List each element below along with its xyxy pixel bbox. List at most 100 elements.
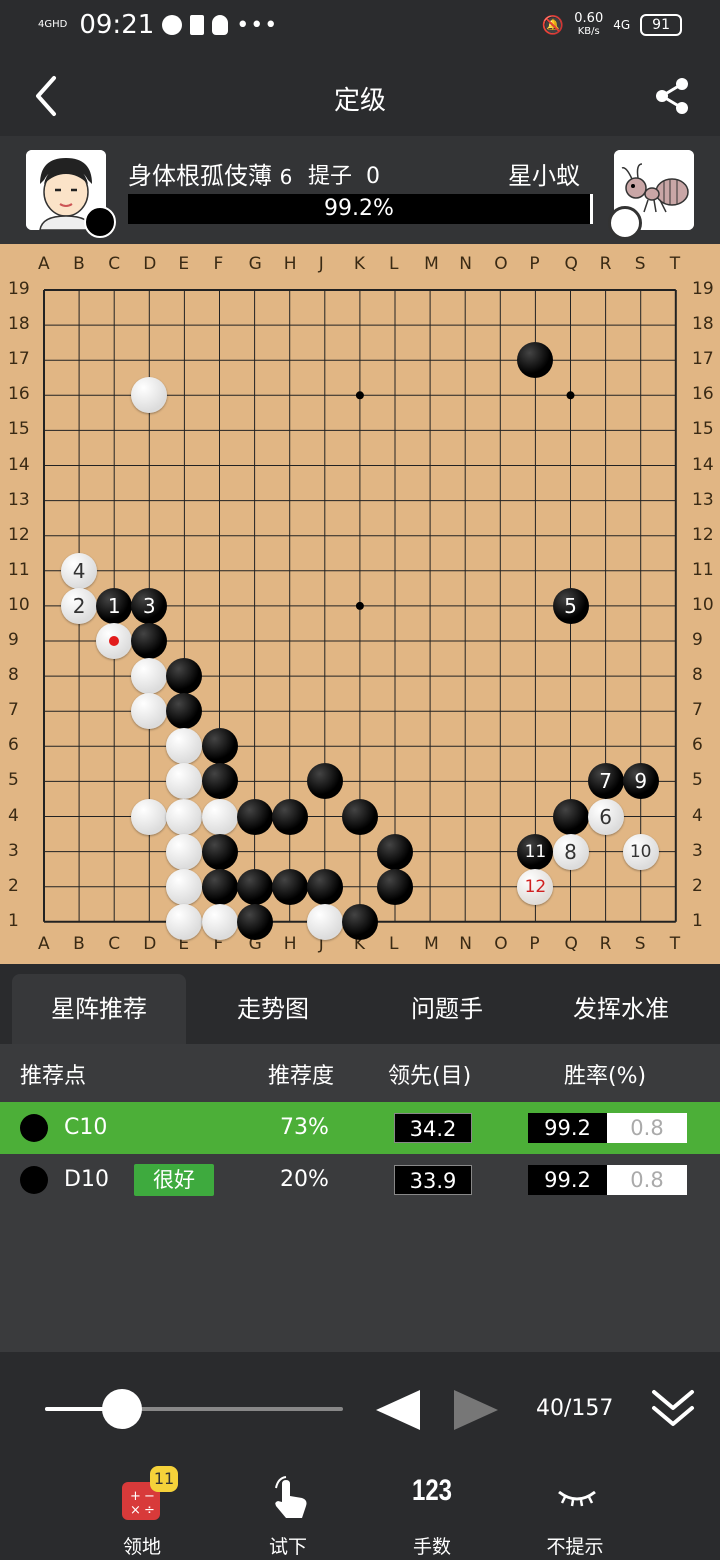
- quality-badge: 很好: [134, 1164, 214, 1196]
- column-label: K: [353, 254, 366, 274]
- column-label: Q: [564, 934, 578, 954]
- tab-problem-moves[interactable]: 问题手: [360, 974, 534, 1044]
- black-stone: [341, 798, 378, 835]
- black-stone: 5: [552, 587, 589, 624]
- column-label: A: [38, 934, 50, 954]
- rec-point: C10: [64, 1115, 108, 1140]
- black-stone-icon: [20, 1114, 48, 1142]
- rec-point: D10: [64, 1167, 109, 1192]
- column-label: P: [529, 934, 540, 954]
- column-label: O: [494, 934, 508, 954]
- row-label: 16: [8, 384, 30, 405]
- nav-territory-label: 领地: [122, 1536, 161, 1558]
- black-stone: [201, 763, 238, 800]
- row-label: 7: [8, 700, 19, 721]
- svg-text:−: −: [144, 1489, 155, 1504]
- go-board[interactable]: A A B B C C D D E E F F G G H H J J K K L L M M N N O O P P Q Q R R S S T T 19…: [0, 244, 720, 964]
- column-label: R: [599, 254, 612, 274]
- column-label: A: [38, 254, 50, 274]
- column-label: H: [283, 254, 297, 274]
- row-label: 7: [692, 700, 703, 721]
- row-label: 5: [692, 770, 703, 791]
- share-icon[interactable]: [652, 76, 692, 116]
- tab-recommend[interactable]: 星阵推荐: [12, 974, 186, 1044]
- row-label: 5: [8, 770, 19, 791]
- row-label: 6: [692, 735, 703, 756]
- row-label: 12: [692, 524, 714, 545]
- territory-count-badge: 11: [150, 1466, 178, 1492]
- black-piece-icon: [84, 206, 116, 238]
- row-label: 8: [8, 665, 19, 686]
- hint-stone: 12: [517, 868, 554, 905]
- row-label: 15: [692, 419, 714, 440]
- column-label: C: [108, 934, 121, 954]
- black-stone: [201, 728, 238, 765]
- row-label: 1: [8, 910, 19, 931]
- more-notifications-icon: •••: [236, 12, 279, 38]
- win-rate-bar: 99.2%: [128, 194, 593, 224]
- compass-icon: [162, 15, 183, 35]
- closed-eye-icon: [558, 1490, 596, 1507]
- rec-win-white: 0.8: [607, 1165, 687, 1195]
- black-stone: [377, 833, 413, 870]
- column-label: E: [178, 254, 190, 274]
- white-player-name: 星小蚁: [508, 162, 580, 190]
- previous-move-icon[interactable]: [376, 1390, 420, 1430]
- slider-knob[interactable]: [102, 1389, 143, 1429]
- star-point: [566, 391, 575, 400]
- row-label: 2: [692, 875, 703, 896]
- row-label: 13: [8, 489, 30, 510]
- row-label: 19: [692, 279, 714, 299]
- next-move-icon[interactable]: [454, 1390, 498, 1430]
- row-label: 10: [692, 594, 714, 615]
- column-label: F: [213, 254, 224, 274]
- playback-controls: 40/157: [0, 1362, 720, 1462]
- white-stone: 4: [61, 552, 98, 589]
- analysis-tabs: 星阵推荐 走势图 问题手 发挥水准: [0, 964, 720, 1044]
- table-row[interactable]: C10 73% 34.2 99.2 0.8: [0, 1102, 720, 1154]
- column-label: O: [494, 254, 508, 274]
- rec-win-white: 0.8: [607, 1113, 687, 1143]
- tab-trend[interactable]: 走势图: [186, 974, 360, 1044]
- row-label: 18: [8, 314, 30, 335]
- white-piece-icon: [608, 206, 642, 240]
- row-label: 12: [8, 524, 30, 545]
- column-label: D: [143, 254, 157, 274]
- rec-percent: 20%: [280, 1167, 329, 1192]
- collapse-chevron-icon[interactable]: [650, 1386, 696, 1432]
- column-label: N: [459, 254, 472, 274]
- white-stone: [166, 868, 203, 905]
- column-label: C: [108, 254, 121, 274]
- white-stone: [306, 903, 343, 940]
- row-label: 8: [692, 665, 703, 686]
- black-stone: 1: [96, 587, 133, 624]
- nav-territory[interactable]: + − × ÷ 11 领地: [82, 1462, 202, 1560]
- move-slider[interactable]: [45, 1389, 343, 1429]
- tab-performance[interactable]: 发挥水准: [534, 974, 708, 1044]
- move-counter: 40/157: [536, 1396, 614, 1421]
- bottom-nav: + − × ÷ 11 领地 试下 123 手数 不提示: [0, 1462, 720, 1560]
- win-rate-text: 99.2%: [324, 196, 394, 221]
- header-rec: 推荐度: [268, 1064, 335, 1089]
- column-label: Q: [564, 254, 578, 274]
- column-label: S: [634, 934, 646, 954]
- black-stone: 7: [587, 763, 624, 800]
- black-stone: 11: [517, 833, 554, 870]
- network-speed: 0.60 KB/s: [574, 11, 604, 37]
- black-stone: [271, 868, 308, 905]
- penguin-icon: [212, 15, 229, 35]
- header-lead: 领先(目): [388, 1064, 472, 1089]
- nav-moves-label: 手数: [412, 1536, 451, 1558]
- nav-moves[interactable]: 123 手数: [372, 1462, 492, 1560]
- black-stone: [236, 903, 273, 940]
- row-label: 9: [8, 630, 19, 650]
- nav-try[interactable]: 试下: [228, 1462, 348, 1560]
- black-stone: [341, 903, 378, 940]
- row-label: 1: [692, 910, 703, 931]
- table-row[interactable]: D10 很好 20% 33.9 99.2 0.8: [0, 1154, 720, 1206]
- white-stone: 10: [622, 833, 659, 870]
- white-stone: [166, 903, 203, 940]
- column-label: L: [389, 254, 399, 274]
- white-stone: 8: [552, 833, 589, 870]
- nav-no-hint[interactable]: 不提示: [515, 1462, 635, 1560]
